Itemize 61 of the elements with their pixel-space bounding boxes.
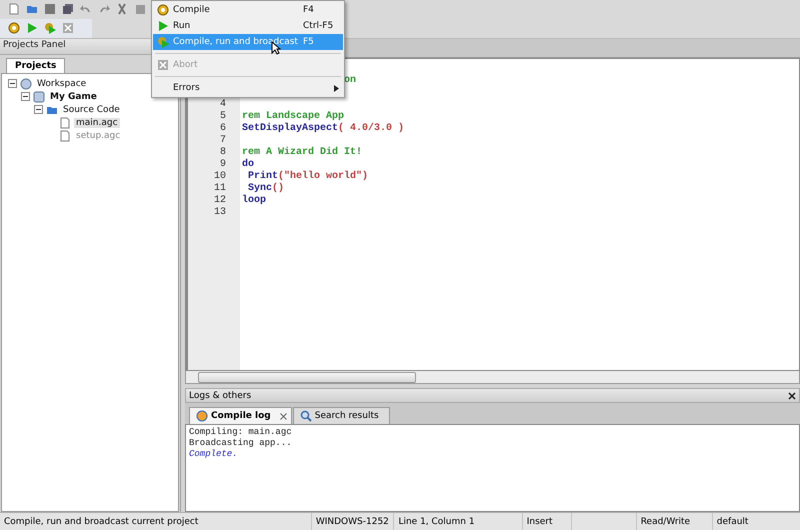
line-number: 5: [218, 111, 227, 123]
stop-icon: [157, 59, 169, 71]
line-number: 6: [218, 123, 227, 135]
tree-item[interactable]: Source Code: [61, 104, 122, 114]
line-number: 11: [212, 183, 227, 195]
file-icon: [59, 116, 71, 128]
play-icon: [26, 22, 38, 34]
tree-item[interactable]: My Game: [48, 92, 99, 102]
menu-item[interactable]: Errors: [153, 80, 343, 96]
code-line: on: [344, 75, 356, 86]
save-all-icon: [62, 2, 74, 14]
code-line: rem A Wizard Did It!: [242, 147, 362, 158]
stop-icon: [62, 22, 74, 34]
gear-icon: [8, 22, 20, 34]
status-field: WINDOWS-1252: [316, 516, 389, 526]
code-line: loop: [242, 195, 266, 206]
status-field: default: [716, 516, 748, 526]
status-field: Read/Write: [640, 516, 690, 526]
line-number: 9: [218, 159, 227, 171]
search-icon: [300, 410, 312, 422]
tree-item[interactable]: Workspace: [35, 78, 88, 88]
redo-icon: [98, 2, 110, 14]
tree-item[interactable]: main.agc: [74, 118, 120, 128]
file-icon: [59, 130, 71, 142]
gear-play-icon: [157, 36, 169, 48]
log-line: Broadcasting app...: [189, 438, 292, 448]
panel-title: Logs & others: [189, 390, 252, 400]
log-line: Compiling: main.agc: [189, 427, 292, 437]
project-icon: [33, 90, 45, 102]
line-number: 8: [218, 147, 227, 159]
line-number: 7: [218, 135, 227, 147]
line-number: 10: [212, 171, 227, 183]
collapse-icon[interactable]: [8, 79, 17, 88]
submenu-arrow-icon: [334, 84, 339, 92]
code-line: rem Landscape App: [242, 111, 344, 122]
status-field: Insert: [526, 516, 553, 526]
log-tab[interactable]: Search results: [292, 407, 390, 424]
menu-item[interactable]: Run Ctrl-F5: [153, 18, 343, 34]
panel-tab[interactable]: Projects: [6, 58, 66, 73]
gear-icon: [157, 4, 169, 16]
collapse-icon[interactable]: [34, 105, 43, 114]
close-icon[interactable]: [788, 392, 796, 400]
status-message: Compile, run and broadcast current project: [4, 516, 198, 526]
horizontal-scrollbar[interactable]: [185, 371, 800, 384]
log-line: Complete.: [189, 449, 238, 459]
status-field: Line 1, Column 1: [398, 516, 475, 526]
code-line: do: [242, 159, 254, 170]
line-number: 12: [212, 195, 227, 207]
gear-play-icon: [44, 22, 56, 34]
scissors-icon: [116, 2, 128, 14]
line-number: 4: [218, 99, 227, 111]
play-icon: [157, 20, 169, 32]
new-file-icon: [8, 2, 20, 14]
code-line: Sync(): [247, 183, 284, 194]
code-line: SetDisplayAspect( 4.0/3.0 ): [242, 123, 404, 134]
collapse-icon[interactable]: [21, 92, 30, 101]
menu-item[interactable]: Compile F4: [153, 2, 343, 18]
line-number: 13: [212, 207, 227, 219]
log-tab[interactable]: Compile log: [189, 407, 292, 424]
undo-icon: [80, 2, 92, 14]
code-line: Print("hello world"): [247, 171, 368, 182]
